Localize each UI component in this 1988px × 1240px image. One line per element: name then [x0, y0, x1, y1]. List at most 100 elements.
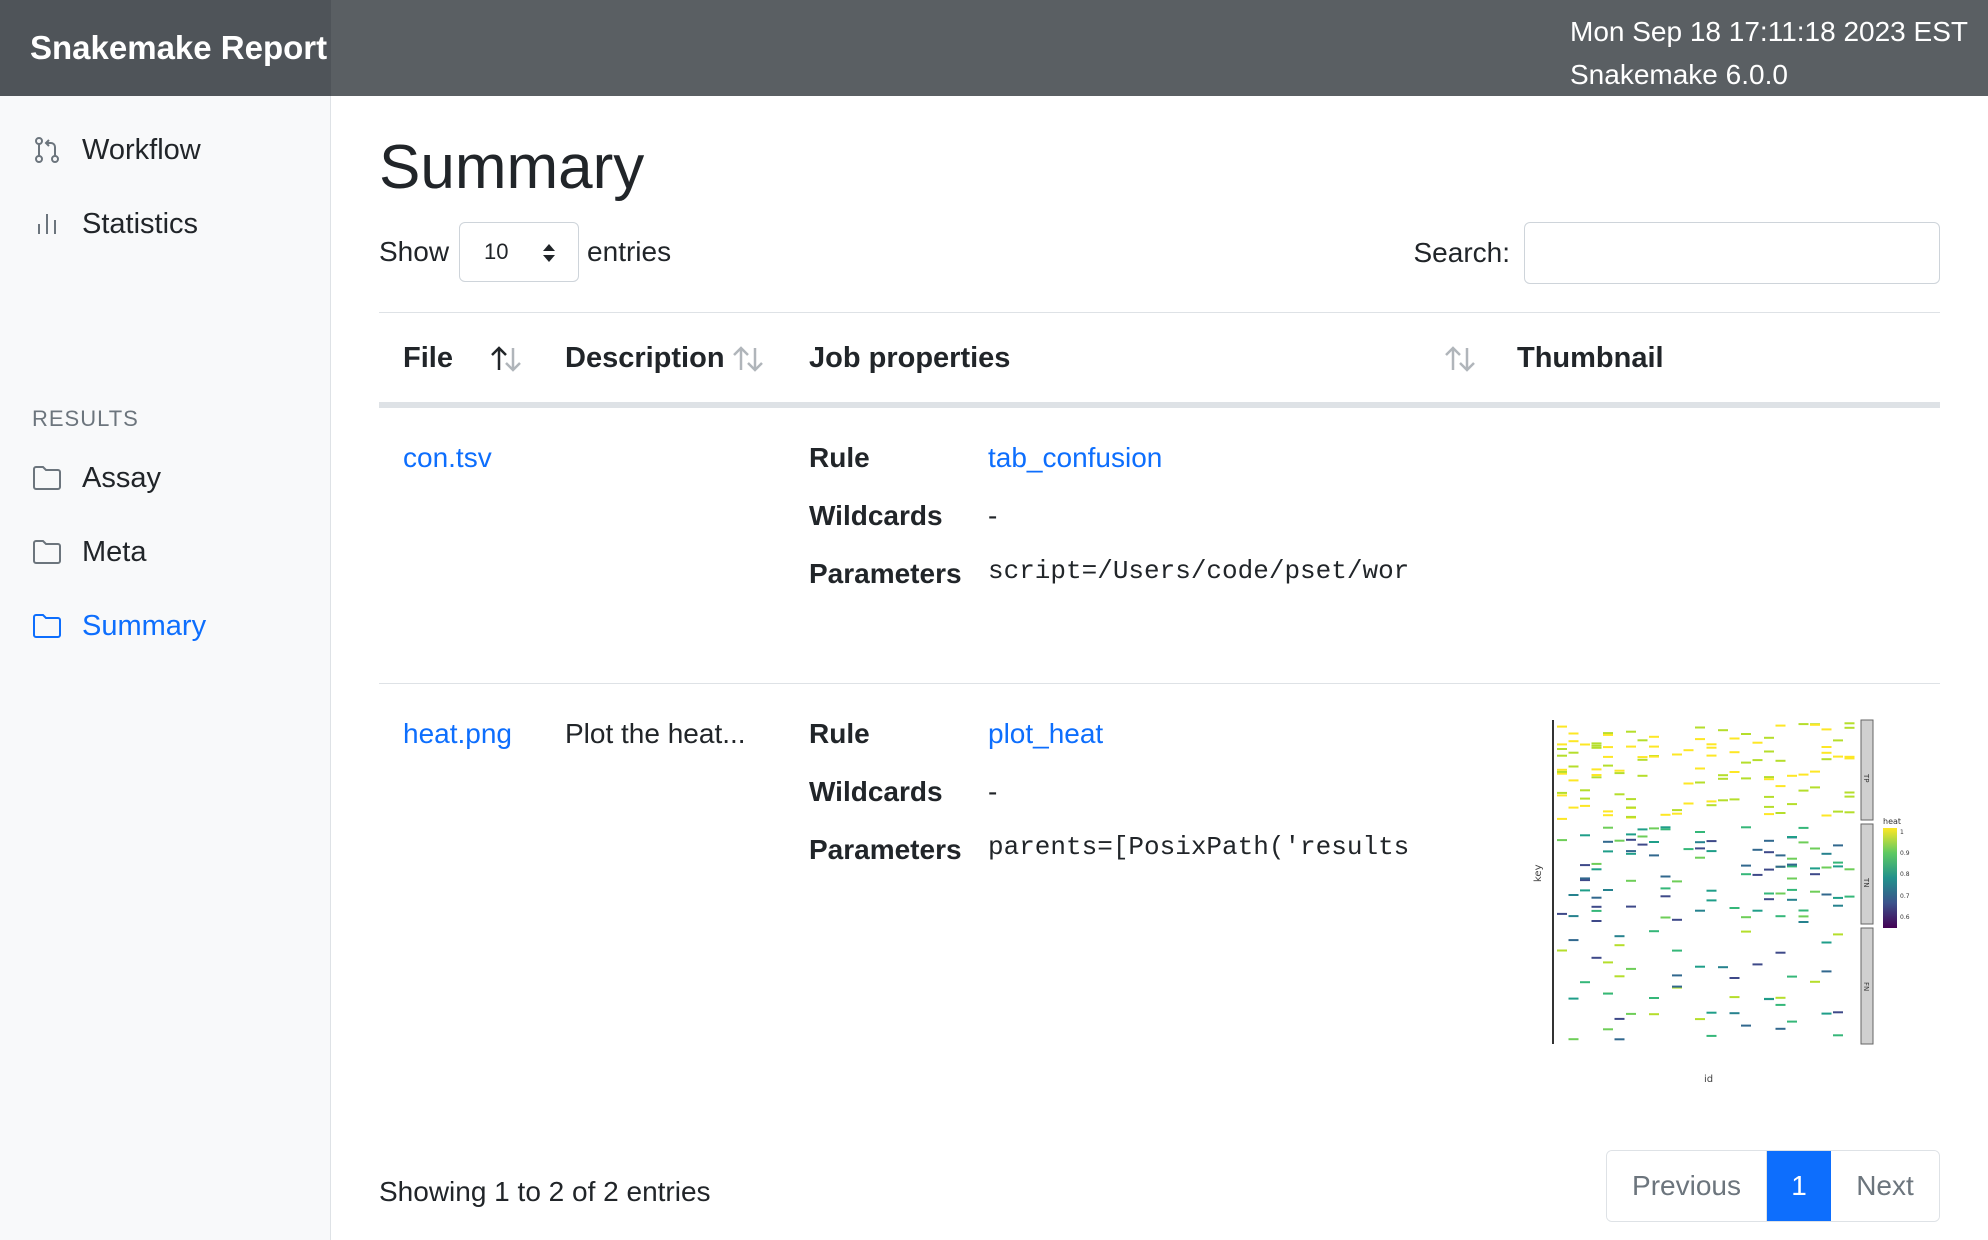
heatmap-cell: [1810, 873, 1820, 876]
heatmap-cell: [1637, 739, 1648, 742]
heatmap-cell: [1764, 851, 1774, 854]
heatmap-cell: [1626, 852, 1636, 855]
heatmap-cell: [1603, 746, 1613, 749]
heatmap-cell: [1706, 889, 1717, 892]
search-input[interactable]: [1524, 222, 1940, 284]
heatmap-cell: [1637, 756, 1648, 759]
heatmap-cell: [1764, 750, 1774, 753]
sidebar-item-label: Summary: [82, 609, 207, 642]
sort-icon[interactable]: [1443, 345, 1477, 373]
sidebar-item-statistics[interactable]: Statistics: [32, 200, 198, 248]
heatmap-cell: [1660, 826, 1671, 829]
legend-tick: 0.9: [1900, 850, 1910, 857]
heatmap-cell: [1775, 865, 1786, 868]
report-datetime: Mon Sep 18 17:11:18 2023 EST: [1570, 16, 1968, 47]
rule-link[interactable]: tab_confusion: [988, 442, 1162, 474]
heatmap-thumbnail[interactable]: key id TP TN FN heat 1 0.9 0.8 0.7 0.6: [1521, 714, 1911, 1094]
heatmap-cell: [1568, 740, 1579, 743]
heatmap-cell: [1775, 785, 1786, 788]
heatmap-cell: [1568, 894, 1579, 896]
heatmap-cell: [1626, 730, 1636, 733]
heatmap-cell: [1580, 877, 1590, 880]
heatmap-cell: [1591, 746, 1602, 749]
heatmap-cell: [1568, 997, 1579, 1000]
table-header: File Description Job properties Thumbnai…: [379, 312, 1940, 408]
heatmap-cell: [1787, 863, 1797, 866]
sidebar-item-summary[interactable]: Summary: [32, 602, 206, 650]
sidebar-item-label: Statistics: [82, 207, 199, 240]
sidebar-item-meta[interactable]: Meta: [32, 528, 146, 576]
heatmap-cell: [1695, 831, 1705, 833]
column-header-description[interactable]: Description: [565, 313, 725, 403]
heatmap-cell: [1752, 909, 1763, 912]
heatmap-cell: [1810, 867, 1820, 870]
sort-icon[interactable]: [731, 345, 765, 373]
facet-strip: [1860, 823, 1874, 925]
main-content: Summary Show 10 entries Search: File Des…: [331, 96, 1988, 1240]
heatmap-cell: [1614, 935, 1625, 938]
column-header-job-properties[interactable]: Job properties: [809, 313, 1010, 403]
heatmap-cell: [1649, 1013, 1659, 1016]
results-section-label: RESULTS: [32, 406, 139, 431]
sidebar-item-label: Workflow: [82, 133, 201, 166]
heatmap-cell: [1787, 857, 1797, 860]
heatmap-cell: [1603, 732, 1613, 735]
file-link[interactable]: heat.png: [403, 718, 512, 750]
heatmap-cell: [1626, 833, 1636, 836]
summary-table: File Description Job properties Thumbnai…: [379, 312, 1940, 1144]
table-row: con.tsv Rule tab_confusion Wildcards - P…: [379, 408, 1940, 684]
heatmap-cell: [1833, 755, 1843, 758]
heatmap-cell: [1660, 813, 1671, 816]
page-1-button[interactable]: 1: [1767, 1151, 1831, 1221]
heatmap-cell: [1821, 746, 1832, 748]
heatmap-cell: [1706, 1034, 1717, 1037]
heatmap-cell: [1580, 797, 1590, 800]
heatmap-cell: [1695, 1018, 1705, 1021]
column-header-file[interactable]: File: [403, 313, 453, 403]
heatmap-cell: [1683, 749, 1694, 752]
entries-per-page-value: 10: [484, 239, 509, 264]
heatmap-cell: [1557, 839, 1567, 842]
heatmap-cell: [1626, 806, 1636, 809]
page-title: Summary: [379, 133, 645, 202]
heatmap-cell: [1833, 865, 1843, 868]
heatmap-cell: [1660, 828, 1671, 831]
rule-label: Rule: [809, 442, 870, 473]
heatmap-cell: [1637, 828, 1648, 831]
heatmap-cell: [1844, 895, 1855, 898]
file-link[interactable]: con.tsv: [403, 442, 492, 474]
heatmap-cell: [1706, 804, 1717, 807]
entries-per-page-select[interactable]: 10: [459, 222, 580, 282]
next-button[interactable]: Next: [1831, 1151, 1939, 1221]
heatmap-cell: [1787, 865, 1797, 868]
rule-link[interactable]: plot_heat: [988, 718, 1103, 750]
heatmap-cell: [1775, 1027, 1786, 1030]
heatmap-cell: [1649, 735, 1659, 738]
table-info: Showing 1 to 2 of 2 entries: [379, 1176, 711, 1207]
heatmap-cell: [1729, 798, 1740, 801]
sort-ascending-icon[interactable]: [489, 345, 523, 373]
heatmap-cell: [1787, 803, 1797, 806]
previous-button[interactable]: Previous: [1607, 1151, 1767, 1221]
heatmap-cell: [1787, 1020, 1797, 1023]
heatmap-cell: [1695, 781, 1705, 784]
heatmap-cell: [1729, 907, 1740, 909]
sidebar-item-assay[interactable]: Assay: [32, 454, 161, 502]
heatmap-cell: [1787, 975, 1797, 978]
heatmap-cell: [1557, 791, 1567, 794]
heatmap-cell: [1660, 887, 1671, 890]
heatmap-cell: [1810, 890, 1820, 893]
heatmap-cell: [1764, 813, 1774, 816]
parameters-value: parents=[PosixPath('results: [988, 832, 1410, 862]
sidebar-item-workflow[interactable]: Workflow: [32, 126, 201, 174]
description-cell: Plot the heat...: [565, 718, 746, 749]
heatmap-cell: [1798, 921, 1809, 923]
heatmap-cell: [1706, 800, 1717, 803]
heatmap-cell: [1557, 725, 1567, 728]
heatmap-cell: [1614, 769, 1625, 772]
heatmap-cell: [1810, 980, 1820, 983]
column-header-thumbnail: Thumbnail: [1517, 313, 1664, 403]
heatmap-cell: [1718, 966, 1728, 969]
brand-title[interactable]: Snakemake Report: [0, 0, 331, 96]
heatmap-cell: [1591, 905, 1602, 908]
